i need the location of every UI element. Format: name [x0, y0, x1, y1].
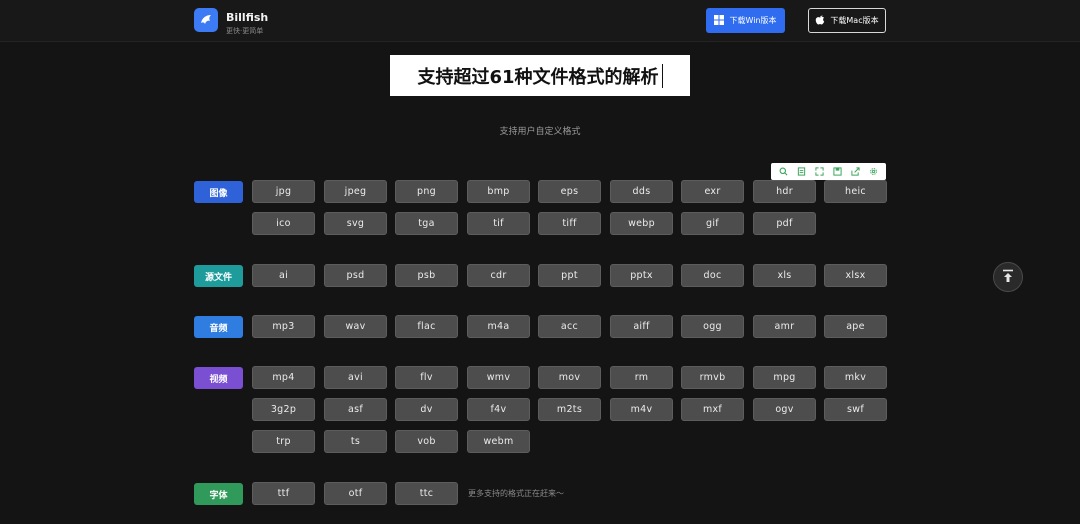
format-chip[interactable]: wav	[324, 315, 387, 338]
format-chip[interactable]: mp4	[252, 366, 315, 389]
format-chip[interactable]: ai	[252, 264, 315, 287]
settings-icon[interactable]	[868, 166, 880, 178]
format-chip[interactable]: exr	[681, 180, 744, 203]
format-chip[interactable]: bmp	[467, 180, 530, 203]
back-to-top-button[interactable]	[993, 262, 1023, 292]
format-chip[interactable]: jpeg	[324, 180, 387, 203]
format-chip[interactable]: cdr	[467, 264, 530, 287]
format-chip[interactable]: vob	[395, 430, 458, 453]
format-chip[interactable]: mov	[538, 366, 601, 389]
format-chip[interactable]: rm	[610, 366, 673, 389]
format-chip[interactable]: ogg	[681, 315, 744, 338]
floating-toolbar	[771, 163, 886, 180]
format-chip[interactable]: heic	[824, 180, 887, 203]
brand-name[interactable]: Billfish	[226, 11, 268, 24]
format-chip[interactable]: webm	[467, 430, 530, 453]
format-chip[interactable]: gif	[681, 212, 744, 235]
arrow-up-icon	[1001, 268, 1015, 287]
format-chip[interactable]: flac	[395, 315, 458, 338]
download-win-button[interactable]: 下载Win版本	[706, 8, 785, 33]
expand-icon[interactable]	[813, 166, 825, 178]
more-formats-note: 更多支持的格式正在赶来～	[468, 489, 564, 498]
format-chip[interactable]: tif	[467, 212, 530, 235]
format-chip[interactable]: pdf	[753, 212, 816, 235]
format-chip[interactable]: ogv	[753, 398, 816, 421]
format-chip[interactable]: eps	[538, 180, 601, 203]
download-win-label: 下载Win版本	[729, 16, 777, 25]
format-chip[interactable]: xls	[753, 264, 816, 287]
format-chip[interactable]: flv	[395, 366, 458, 389]
format-chip[interactable]: ico	[252, 212, 315, 235]
category-label: 音频	[194, 316, 243, 338]
hero-subtitle: 支持用户自定义格式	[499, 127, 581, 137]
format-chip[interactable]: amr	[753, 315, 816, 338]
format-chip[interactable]: aiff	[610, 315, 673, 338]
share-icon[interactable]	[850, 166, 862, 178]
format-chip[interactable]: acc	[538, 315, 601, 338]
format-chip[interactable]: wmv	[467, 366, 530, 389]
hero-title-box[interactable]: 支持超过61种文件格式的解析	[390, 55, 690, 96]
billfish-logo-icon[interactable]	[194, 8, 218, 32]
format-chip[interactable]: psd	[324, 264, 387, 287]
format-chip[interactable]: ape	[824, 315, 887, 338]
windows-icon	[714, 14, 725, 27]
format-chip[interactable]: ttc	[395, 482, 458, 505]
format-chip[interactable]: mp3	[252, 315, 315, 338]
format-chip[interactable]: svg	[324, 212, 387, 235]
category-label: 源文件	[194, 265, 243, 287]
hero-title: 支持超过61种文件格式的解析	[417, 66, 659, 88]
format-chip[interactable]: trp	[252, 430, 315, 453]
format-chip[interactable]: tga	[395, 212, 458, 235]
format-chip[interactable]: tiff	[538, 212, 601, 235]
document-icon[interactable]	[795, 166, 807, 178]
category-label: 视频	[194, 367, 243, 389]
category-label: 字体	[194, 483, 243, 505]
brand-tagline: 更快·更简单	[226, 27, 264, 35]
format-chip[interactable]: mxf	[681, 398, 744, 421]
format-chip[interactable]: psb	[395, 264, 458, 287]
category-label: 图像	[194, 181, 243, 203]
format-chip[interactable]: mkv	[824, 366, 887, 389]
format-chip[interactable]: pptx	[610, 264, 673, 287]
format-chip[interactable]: avi	[324, 366, 387, 389]
top-header: Billfish 更快·更简单 下载Win版本 下载Mac版本	[0, 0, 1080, 42]
format-chip[interactable]: f4v	[467, 398, 530, 421]
format-chip[interactable]: asf	[324, 398, 387, 421]
download-mac-label: 下载Mac版本	[830, 16, 879, 25]
format-chip[interactable]: ttf	[252, 482, 315, 505]
format-chip[interactable]: webp	[610, 212, 673, 235]
text-caret	[661, 63, 663, 88]
apple-icon	[815, 14, 825, 27]
format-chip[interactable]: m4a	[467, 315, 530, 338]
format-chip[interactable]: rmvb	[681, 366, 744, 389]
format-chip[interactable]: m2ts	[538, 398, 601, 421]
format-chip[interactable]: ppt	[538, 264, 601, 287]
zoom-icon[interactable]	[777, 166, 789, 178]
format-chip[interactable]: png	[395, 180, 458, 203]
format-chip[interactable]: dds	[610, 180, 673, 203]
download-mac-button[interactable]: 下载Mac版本	[808, 8, 886, 33]
format-chip[interactable]: jpg	[252, 180, 315, 203]
format-chip[interactable]: m4v	[610, 398, 673, 421]
format-chip[interactable]: doc	[681, 264, 744, 287]
format-chip[interactable]: mpg	[753, 366, 816, 389]
format-chip[interactable]: swf	[824, 398, 887, 421]
format-chip[interactable]: 3g2p	[252, 398, 315, 421]
format-chip[interactable]: hdr	[753, 180, 816, 203]
format-chip[interactable]: ts	[324, 430, 387, 453]
save-icon[interactable]	[832, 166, 844, 178]
format-chip[interactable]: xlsx	[824, 264, 887, 287]
format-chip[interactable]: otf	[324, 482, 387, 505]
format-chip[interactable]: dv	[395, 398, 458, 421]
